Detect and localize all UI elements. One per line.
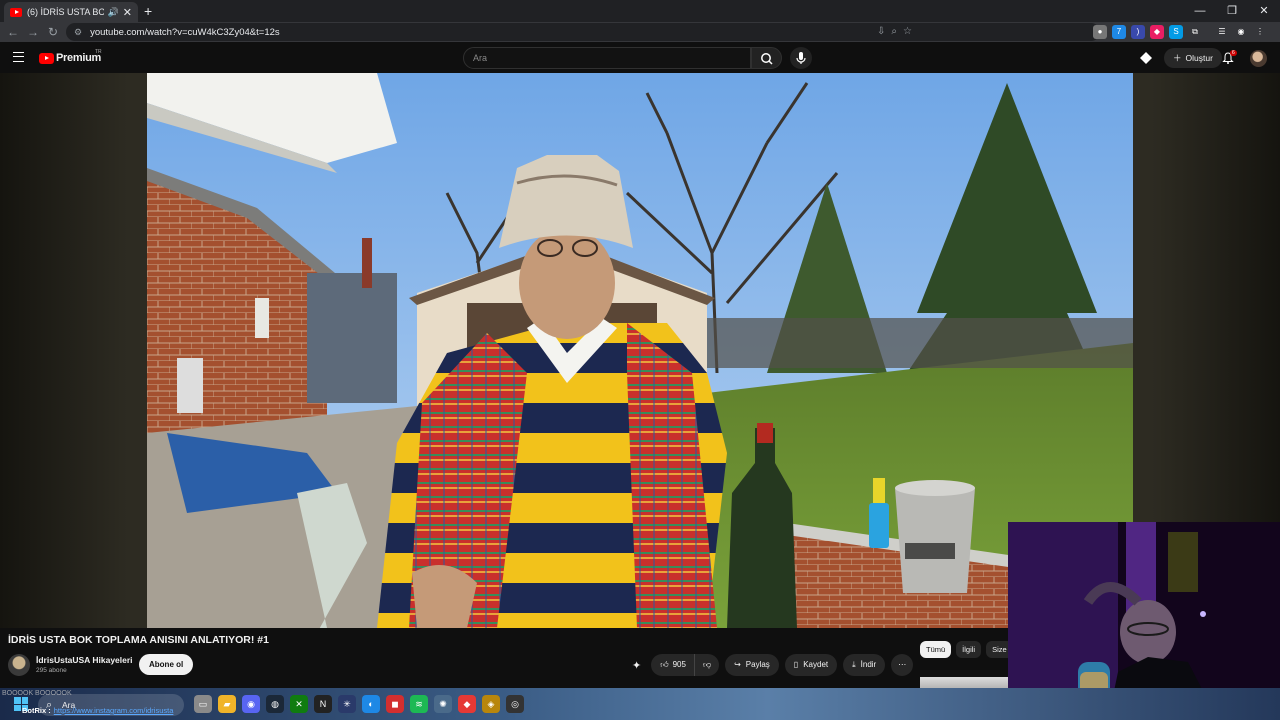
video-actions: ✦ 👍︎ 905 👎︎ ↪ Paylaş ▯ Kaydet ⤓ İndir ⋯: [632, 654, 914, 676]
restore-icon[interactable]: ❐: [1216, 0, 1248, 22]
omnibox-actions: ⇩ ⌕ ☆: [877, 23, 912, 41]
bookmark-star-icon[interactable]: ☆: [903, 23, 912, 41]
download-icon: ⤓: [852, 660, 856, 669]
puzzle-icon[interactable]: ⧉: [1188, 25, 1202, 39]
create-label: Oluştur: [1185, 53, 1213, 63]
chat-overlay-message: BotRix : https://www.instagram.com/idrisu…: [22, 706, 173, 715]
menu-dots-icon[interactable]: ⋮: [1253, 25, 1267, 39]
steam-icon[interactable]: ◍: [266, 695, 284, 713]
extension-shortcut-icon[interactable]: [1140, 52, 1152, 64]
voice-search-button[interactable]: [790, 47, 812, 69]
spotify-icon[interactable]: ≋: [410, 695, 428, 713]
browser-tab[interactable]: (6) İDRİS USTA BOK TOPLAMA ANISINI ANLAT…: [4, 2, 138, 22]
download-button[interactable]: ⤓ İndir: [843, 654, 886, 676]
related-filter-chips: Tümü İlgili Size: [920, 641, 1013, 658]
country-code: TR: [95, 49, 102, 55]
video-frame-image: [147, 73, 1133, 628]
zoom-icon[interactable]: ⌕: [891, 23, 897, 41]
chat-link[interactable]: https://www.instagram.com/idrisusta: [54, 706, 174, 715]
file-explorer-icon[interactable]: ▰: [218, 695, 236, 713]
account-avatar[interactable]: [1250, 50, 1267, 67]
channel-avatar[interactable]: [8, 654, 30, 676]
plus-icon: ＋: [1173, 53, 1182, 63]
save-button[interactable]: ▯ Kaydet: [784, 654, 838, 676]
browser-toolbar: ← → ↻ ⚙ youtube.com/watch?v=cuW4kC3Zy04&…: [0, 22, 1280, 42]
bookmark-icon: ▯: [793, 660, 799, 669]
close-tab-icon[interactable]: ✕: [123, 6, 132, 19]
back-icon[interactable]: ←: [3, 25, 23, 39]
discord-icon[interactable]: ◉: [242, 695, 260, 713]
youtube-play-icon: [39, 52, 54, 64]
search-icon: [761, 53, 773, 65]
extensions-bar: ● 7 ) ◆ S ⧉ ☰ ◉ ⋮: [1093, 25, 1267, 39]
install-icon[interactable]: ⇩: [877, 23, 885, 41]
forward-icon[interactable]: →: [23, 25, 43, 39]
app-icon[interactable]: ✳: [338, 695, 356, 713]
subscriber-count: 295 abone: [36, 667, 67, 674]
app-icon[interactable]: ✺: [434, 695, 452, 713]
close-window-icon[interactable]: ✕: [1248, 0, 1280, 22]
profile-icon[interactable]: ◉: [1234, 25, 1248, 39]
extension-icon[interactable]: 7: [1112, 25, 1126, 39]
create-button[interactable]: ＋ Oluştur: [1164, 48, 1222, 68]
share-button[interactable]: ↪ Paylaş: [725, 654, 779, 676]
windows-taskbar: [0, 688, 1280, 720]
window-controls: — ❐ ✕: [1184, 0, 1280, 22]
more-dots-icon: ⋯: [898, 660, 907, 669]
browser-tabstrip: (6) İDRİS USTA BOK TOPLAMA ANISINI ANLAT…: [0, 0, 1280, 22]
minimize-icon[interactable]: —: [1184, 0, 1216, 22]
address-bar[interactable]: ⚙ youtube.com/watch?v=cuW4kC3Zy04&t=12s …: [66, 23, 1100, 41]
app-icon[interactable]: ◈: [482, 695, 500, 713]
video-title: İDRİS USTA BOK TOPLAMA ANISINI ANLATIYOR…: [8, 634, 269, 646]
browser-icon[interactable]: ◐: [362, 695, 380, 713]
chip-related[interactable]: İlgili: [956, 641, 982, 658]
app-icon[interactable]: ◼: [386, 695, 404, 713]
download-label: İndir: [860, 660, 877, 669]
save-label: Kaydet: [803, 660, 829, 669]
search-button[interactable]: [751, 47, 782, 69]
microphone-icon: [796, 52, 806, 64]
tab-search-icon[interactable]: ☰: [1215, 25, 1229, 39]
app-icon[interactable]: ◆: [458, 695, 476, 713]
url-text: youtube.com/watch?v=cuW4kC3Zy04&t=12s: [90, 26, 280, 38]
chip-all[interactable]: Tümü: [920, 641, 952, 658]
extension-icon[interactable]: ): [1131, 25, 1145, 39]
channel-name[interactable]: İdrisUstaUSA Hikayeleri: [36, 655, 133, 665]
tab-title: (6) İDRİS USTA BOK TOPLAMA ANISINI ANLAT…: [27, 7, 104, 17]
more-actions-button[interactable]: ⋯: [891, 654, 914, 676]
chat-username: BotRix :: [22, 706, 51, 715]
extension-shortcut-icon[interactable]: ✦: [632, 659, 641, 672]
taskbar-apps: ▭ ▰ ◉ ◍ ✕ N ✳ ◐ ◼ ≋ ✺ ◆ ◈ ◎: [194, 695, 524, 713]
site-info-icon[interactable]: ⚙: [74, 27, 82, 38]
task-view-icon[interactable]: ▭: [194, 695, 212, 713]
notification-badge: 6: [1230, 50, 1237, 56]
share-label: Paylaş: [745, 660, 770, 669]
extension-icon[interactable]: ●: [1093, 25, 1107, 39]
thumbs-down-icon: 👎︎: [702, 660, 712, 669]
thumbs-up-icon: 👍︎: [660, 660, 669, 669]
new-tab-button[interactable]: +: [144, 3, 152, 19]
xbox-icon[interactable]: ✕: [290, 695, 308, 713]
like-count: 905: [672, 660, 686, 669]
extension-icon[interactable]: S: [1169, 25, 1183, 39]
obs-icon[interactable]: ◎: [506, 695, 524, 713]
extension-icon[interactable]: ◆: [1150, 25, 1164, 39]
notion-icon[interactable]: N: [314, 695, 332, 713]
search-input[interactable]: Ara: [463, 47, 751, 69]
youtube-favicon-icon: [10, 7, 22, 17]
reload-icon[interactable]: ↻: [43, 25, 63, 39]
share-icon: ↪: [734, 660, 741, 669]
subscribe-button[interactable]: Abone ol: [139, 654, 194, 675]
speaker-icon[interactable]: 🔊: [108, 7, 119, 18]
like-dislike-group: 👍︎ 905 👎︎: [651, 654, 720, 676]
video-player[interactable]: [147, 73, 1133, 628]
dislike-button[interactable]: 👎︎: [695, 654, 719, 676]
header-actions: ＋ Oluştur: [1140, 48, 1222, 68]
like-button[interactable]: 👍︎ 905: [651, 654, 695, 676]
menu-icon[interactable]: [13, 52, 24, 62]
youtube-logo[interactable]: Premium TR: [39, 49, 102, 64]
